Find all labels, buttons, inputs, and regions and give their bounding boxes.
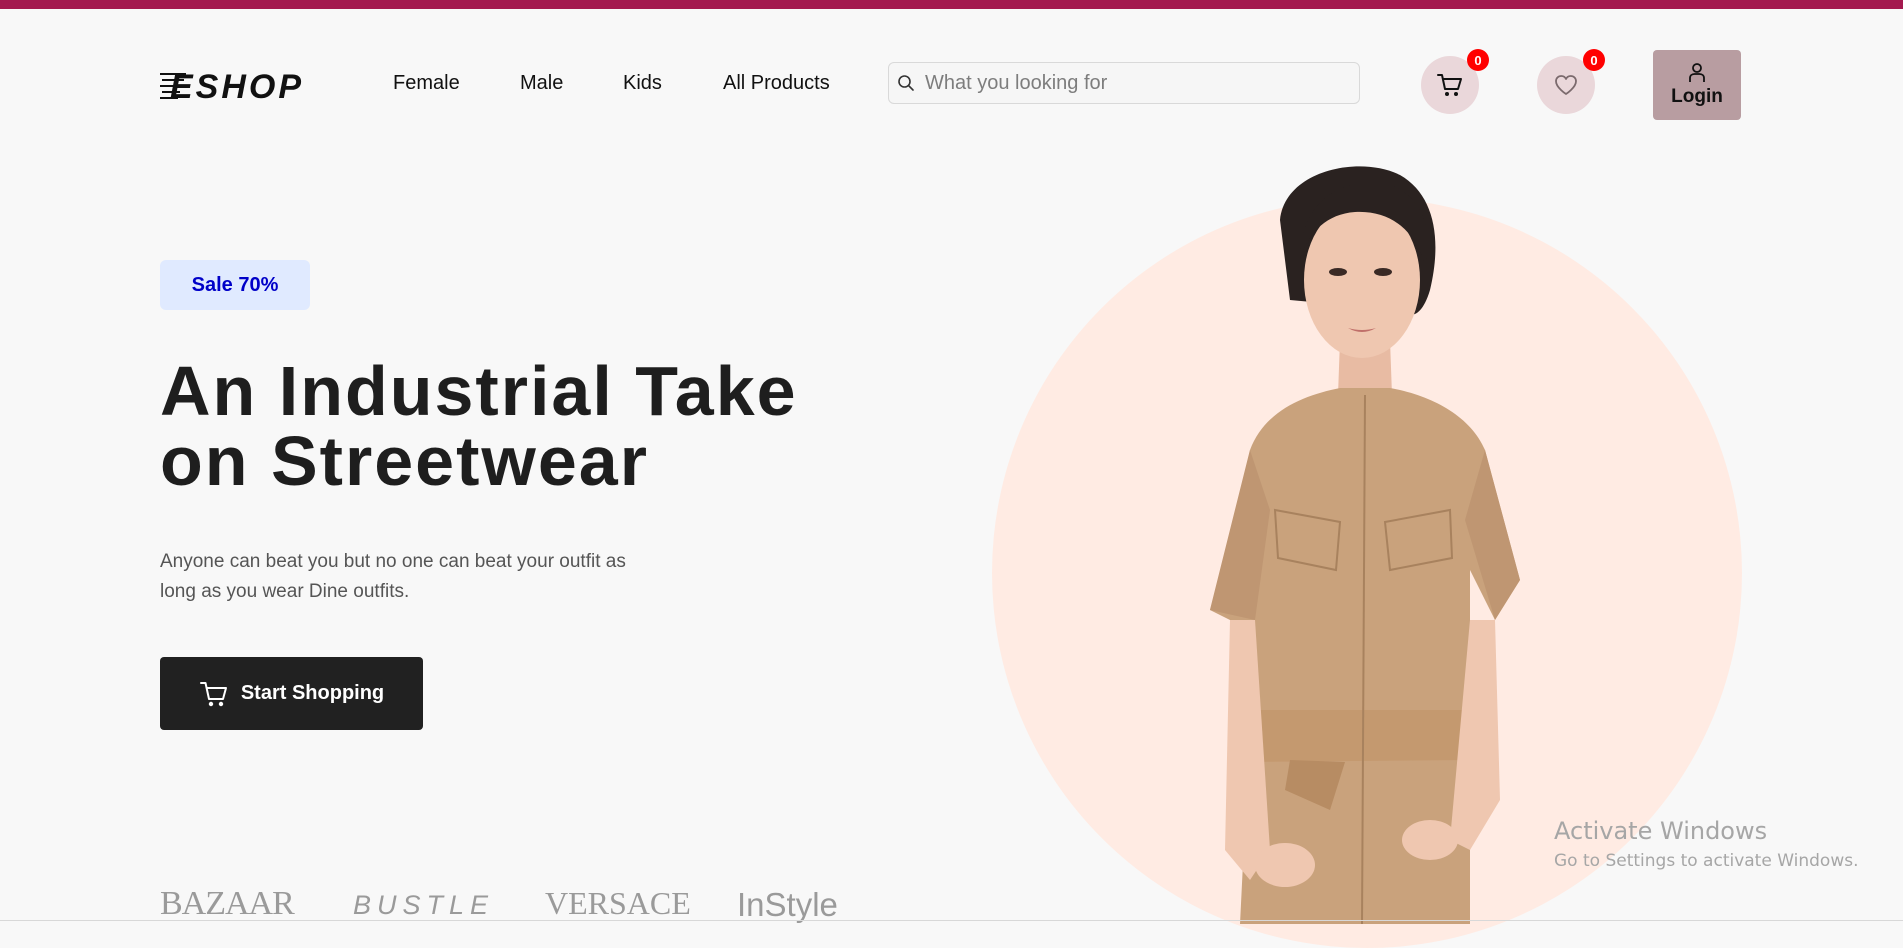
nav-female[interactable]: Female (393, 72, 460, 95)
search-icon (898, 75, 914, 91)
heart-icon (1555, 75, 1577, 95)
windows-activation-title: Activate Windows (1554, 817, 1768, 845)
nav-kids[interactable]: Kids (623, 72, 662, 95)
hero-desc-line-2: long as you wear Dine outfits. (160, 581, 410, 602)
search-bar (888, 62, 1360, 104)
nav-all-products[interactable]: All Products (723, 72, 830, 95)
hero-title: An Industrial Take on Streetwear (160, 356, 880, 496)
brand-logo-versace: VERSACE (545, 885, 691, 921)
windows-activation-subtitle: Go to Settings to activate Windows. (1554, 851, 1859, 871)
login-button[interactable]: Login (1653, 50, 1741, 120)
start-shopping-label: Start Shopping (240, 682, 385, 704)
brand-logo-instyle: InStyle (737, 886, 838, 923)
cart-icon (199, 681, 227, 706)
cart-count-badge: 0 (1467, 49, 1489, 71)
brand-logo-bustle: BUSTLE (353, 890, 495, 920)
login-label: Login (1671, 86, 1723, 107)
hero-description: Anyone can beat you but no one can beat … (160, 547, 680, 607)
hero-model-image (1210, 166, 1520, 924)
hero-title-line-2: on Streetwear (160, 422, 649, 500)
start-shopping-button[interactable]: Start Shopping (160, 657, 423, 730)
hero-desc-line-1: Anyone can beat you but no one can beat … (160, 551, 626, 572)
user-icon (1689, 63, 1705, 82)
top-accent-strip (0, 0, 1903, 9)
nav-male[interactable]: Male (520, 72, 563, 95)
wishlist-count-badge: 0 (1583, 49, 1605, 71)
hero-title-line-1: An Industrial Take (160, 352, 798, 430)
cart-icon (1437, 74, 1462, 96)
logo-text: ESHOP (170, 68, 304, 104)
bottom-divider (0, 920, 1903, 921)
sale-badge: Sale 70% (160, 260, 310, 310)
brand-logo-bazaar: BAZAAR (160, 885, 295, 922)
search-input[interactable] (923, 70, 1347, 96)
eshop-logo[interactable]: ESHOP (160, 64, 336, 104)
